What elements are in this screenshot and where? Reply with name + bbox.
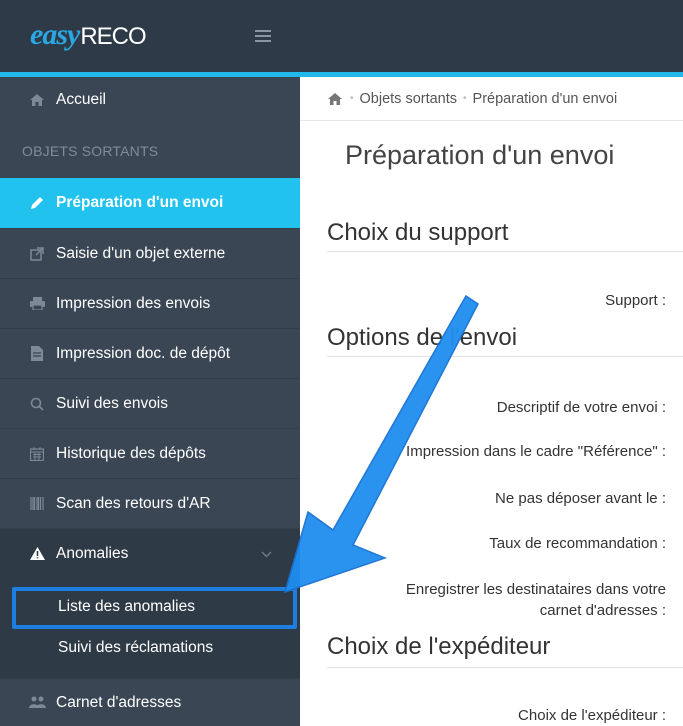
sidebar-item-label: Impression doc. de dépôt (56, 344, 231, 362)
external-link-icon (28, 246, 46, 261)
label-line: Enregistrer les destinataires dans votre (405, 581, 666, 598)
app-logo[interactable]: easy RECO (30, 18, 147, 54)
breadcrumb-link-objets-sortants[interactable]: Objets sortants (360, 91, 458, 107)
document-icon (28, 346, 46, 361)
sidebar-item-label: Anomalies (56, 544, 129, 562)
sidebar-item-label: Préparation d'un envoi (56, 194, 224, 211)
sidebar-item-anomalies[interactable]: Anomalies (0, 528, 300, 578)
sidebar-item-carnet[interactable]: Carnet d'adresses (0, 678, 300, 726)
sidebar-item-suivi-envois[interactable]: Suivi des envois (0, 378, 300, 428)
printer-icon (28, 297, 46, 310)
sidebar-item-preparation[interactable]: Préparation d'un envoi (0, 178, 300, 228)
highlight-box (12, 587, 297, 629)
label-taux-recommandation: Taux de recommandation : (489, 535, 666, 552)
chevron-down-icon (261, 547, 272, 561)
warning-icon (28, 547, 46, 560)
section-title-support: Choix du support (327, 219, 509, 246)
sidebar-item-label: Historique des dépôts (56, 444, 206, 462)
pencil-icon (28, 196, 46, 210)
sidebar-item-label: Suivi des envois (56, 394, 169, 412)
label-enregistrer-destinataires: Enregistrer les destinataires dans votre… (406, 579, 666, 621)
users-icon (28, 696, 46, 709)
section-title-options: Options de l'envoi (327, 324, 518, 351)
barcode-icon (28, 497, 46, 510)
label-descriptif: Descriptif de votre envoi : (496, 399, 666, 416)
sidebar-item-label: Scan des retours d'AR (56, 494, 211, 512)
hamburger-menu-icon[interactable] (255, 30, 271, 43)
sidebar-item-label: Impression des envois (56, 294, 211, 312)
top-bar: easy RECO (0, 0, 683, 77)
section-divider (327, 667, 683, 668)
search-icon (28, 397, 46, 411)
sidebar-item-label: Saisie d'un objet externe (56, 244, 226, 262)
breadcrumb-separator: • (463, 93, 467, 104)
label-ne-pas-deposer: Ne pas déposer avant le : (495, 490, 666, 507)
logo-main-text: easy (30, 18, 80, 51)
sidebar-item-impression-doc[interactable]: Impression doc. de dépôt (0, 328, 300, 378)
label-choix-expediteur: Choix de l'expéditeur : (518, 707, 666, 724)
sidebar-item-label: Accueil (56, 90, 106, 108)
breadcrumb: • Objets sortants • Préparation d'un env… (300, 77, 683, 121)
sidebar-item-scan[interactable]: Scan des retours d'AR (0, 478, 300, 528)
breadcrumb-current: Préparation d'un envoi (472, 90, 618, 107)
label-support: Support : (605, 292, 666, 309)
sidebar-item-historique[interactable]: Historique des dépôts (0, 428, 300, 478)
section-divider (327, 356, 683, 357)
sidebar-item-label: Carnet d'adresses (56, 693, 182, 711)
breadcrumb-separator: • (350, 93, 354, 104)
page-title: Préparation d'un envoi (345, 140, 615, 170)
home-icon (28, 93, 46, 106)
sidebar-item-impression-envois[interactable]: Impression des envois (0, 278, 300, 328)
submenu-item-suivi-reclamations[interactable]: Suivi des réclamations (58, 639, 213, 657)
logo-sub-text: RECO (80, 23, 146, 50)
section-divider (327, 251, 683, 252)
sidebar-item-saisie[interactable]: Saisie d'un objet externe (0, 228, 300, 278)
section-title-expediteur: Choix de l'expéditeur (327, 633, 551, 660)
home-icon[interactable] (328, 92, 342, 105)
sidebar-item-accueil[interactable]: Accueil (0, 77, 300, 122)
label-line: carnet d'adresses : (539, 602, 666, 619)
calendar-icon (28, 446, 46, 461)
sidebar-section-header: OBJETS SORTANTS (22, 143, 159, 159)
label-impression-reference: Impression dans le cadre "Référence" : (406, 443, 666, 460)
